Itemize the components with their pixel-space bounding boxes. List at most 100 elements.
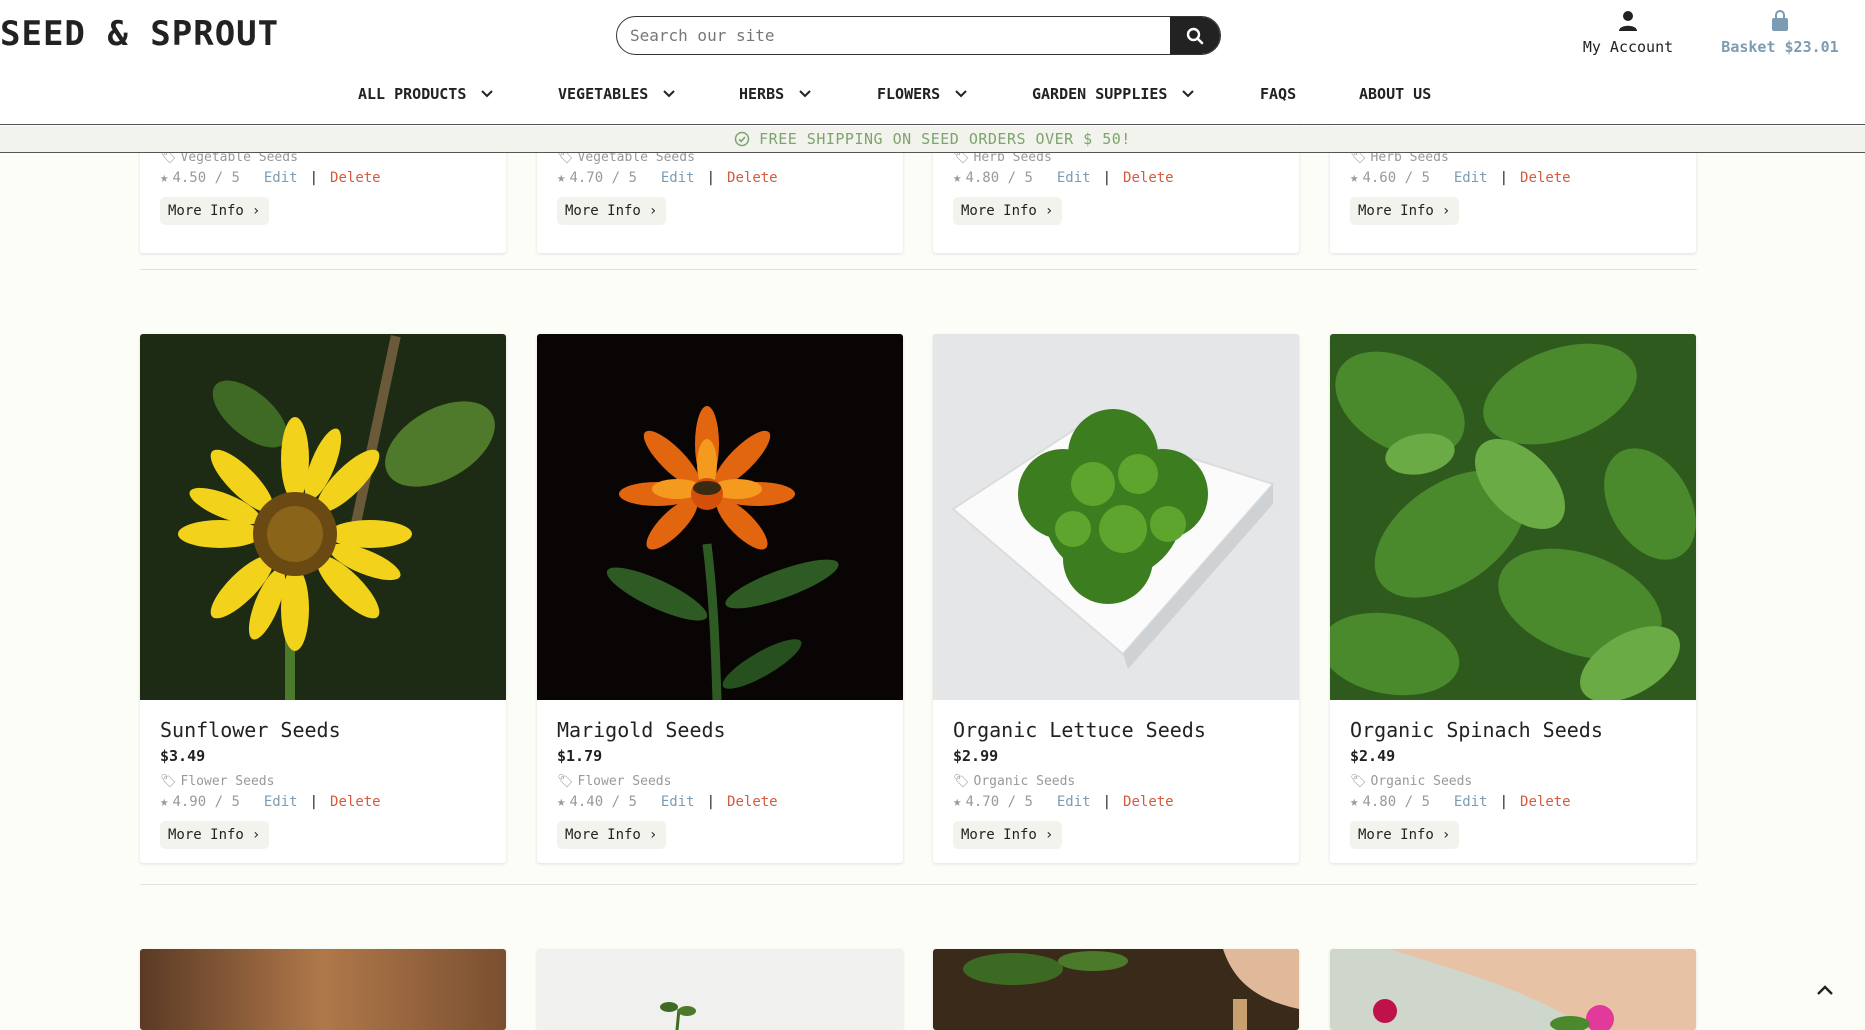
product-rating: ★ 4.80 / 5 Edit | Delete: [1350, 794, 1571, 810]
search-bar: [616, 16, 1221, 55]
product-name[interactable]: Sunflower Seeds: [160, 718, 486, 742]
star-icon: ★: [160, 794, 169, 810]
search-icon: [1186, 27, 1204, 44]
tag-icon: 🏷: [1350, 774, 1367, 789]
product-price: $3.49: [160, 747, 206, 765]
more-info-button[interactable]: More Info ›: [953, 197, 1063, 225]
user-icon: [1619, 11, 1637, 31]
nav-vegetables[interactable]: VEGETABLES: [558, 85, 676, 103]
nav-garden-supplies[interactable]: GARDEN SUPPLIES: [1032, 85, 1195, 103]
product-price: $1.79: [557, 747, 603, 765]
delete-link[interactable]: Delete: [1123, 794, 1174, 810]
star-icon: ★: [953, 170, 962, 186]
more-info-button[interactable]: More Info ›: [1350, 197, 1460, 225]
product-rating: ★ 4.70 / 5 Edit | Delete: [953, 794, 1174, 810]
edit-link[interactable]: Edit: [264, 170, 298, 186]
back-to-top-button[interactable]: [1808, 975, 1842, 1005]
delete-link[interactable]: Delete: [1123, 170, 1174, 186]
product-category[interactable]: 🏷 Organic Seeds: [1350, 774, 1676, 789]
edit-link[interactable]: Edit: [661, 170, 695, 186]
nav-about-us[interactable]: ABOUT US: [1359, 85, 1431, 103]
my-account-link[interactable]: My Account: [1578, 10, 1678, 56]
edit-link[interactable]: Edit: [1454, 170, 1488, 186]
chevron-down-icon: [663, 90, 676, 98]
more-info-button[interactable]: More Info ›: [160, 821, 270, 849]
chevron-right-icon: ›: [1044, 203, 1054, 219]
chevron-right-icon: ›: [648, 827, 658, 843]
product-name[interactable]: Organic Lettuce Seeds: [953, 718, 1279, 742]
edit-link[interactable]: Edit: [1454, 794, 1488, 810]
chevron-right-icon: ›: [251, 827, 261, 843]
tag-icon: 🏷: [160, 774, 177, 789]
more-info-button[interactable]: More Info ›: [953, 821, 1063, 849]
tag-icon: 🏷: [557, 774, 574, 789]
marigold-photo[interactable]: [537, 334, 903, 700]
shipping-banner: FREE SHIPPING ON SEED ORDERS OVER $ 50!: [0, 126, 1865, 153]
pink-flower-photo[interactable]: [1330, 949, 1696, 1030]
seedling-photo[interactable]: [537, 949, 903, 1030]
more-info-button[interactable]: More Info ›: [557, 821, 667, 849]
more-info-button[interactable]: More Info ›: [160, 197, 270, 225]
product-name[interactable]: Organic Spinach Seeds: [1350, 718, 1676, 742]
spinach-photo[interactable]: [1330, 334, 1696, 700]
check-circle-icon: [734, 131, 750, 147]
product-card: Organic Lettuce Seeds $2.99 🏷 Organic See…: [933, 334, 1299, 863]
product-card: Organic Spinach Seeds $2.49 🏷 Organic See…: [1330, 334, 1696, 863]
product-price: $2.49: [1350, 747, 1396, 765]
tag-icon: 🏷: [953, 774, 970, 789]
nav-herbs[interactable]: HERBS: [739, 85, 812, 103]
basket-total: Basket $23.01: [1721, 38, 1839, 56]
delete-link[interactable]: Delete: [727, 794, 778, 810]
delete-link[interactable]: Delete: [1520, 794, 1571, 810]
nav-faqs[interactable]: FAQS: [1260, 85, 1296, 103]
product-price: $2.99: [953, 747, 999, 765]
chevron-right-icon: ›: [1044, 827, 1054, 843]
product-card: [140, 949, 506, 1030]
edit-link[interactable]: Edit: [1057, 794, 1091, 810]
shopping-bag-icon: [1772, 10, 1788, 31]
search-button[interactable]: [1170, 17, 1220, 54]
lettuce-photo[interactable]: [933, 334, 1299, 700]
main-nav: ALL PRODUCTS VEGETABLES HERBS FLOWERS GA…: [0, 85, 1865, 107]
edit-link[interactable]: Edit: [1057, 170, 1091, 186]
sunflower-photo[interactable]: [140, 334, 506, 700]
more-info-button[interactable]: More Info ›: [1350, 821, 1460, 849]
edit-link[interactable]: Edit: [264, 794, 298, 810]
basket-link[interactable]: Basket $23.01: [1716, 10, 1844, 56]
delete-link[interactable]: Delete: [330, 794, 381, 810]
star-icon: ★: [557, 170, 566, 186]
product-category[interactable]: 🏷 Flower Seeds: [160, 774, 486, 789]
site-logo[interactable]: SEED & SPROUT: [0, 14, 279, 54]
nav-all-products[interactable]: ALL PRODUCTS: [358, 85, 494, 103]
product-name[interactable]: Marigold Seeds: [557, 718, 883, 742]
chevron-right-icon: ›: [1441, 203, 1451, 219]
chevron-down-icon: [481, 90, 494, 98]
delete-link[interactable]: Delete: [330, 170, 381, 186]
soil-planting-photo[interactable]: [933, 949, 1299, 1030]
row-divider: [140, 269, 1697, 270]
product-card: [537, 949, 903, 1030]
wooden-texture-photo[interactable]: [140, 949, 506, 1030]
star-icon: ★: [1350, 794, 1359, 810]
star-icon: ★: [1350, 170, 1359, 186]
product-rating: ★ 4.70 / 5 Edit | Delete: [557, 170, 778, 186]
search-input[interactable]: [617, 17, 1170, 54]
product-rating: ★ 4.90 / 5 Edit | Delete: [160, 794, 381, 810]
product-category[interactable]: 🏷 Flower Seeds: [557, 774, 883, 789]
edit-link[interactable]: Edit: [661, 794, 695, 810]
chevron-down-icon: [799, 90, 811, 98]
product-card: [933, 949, 1299, 1030]
product-card: [1330, 949, 1696, 1030]
chevron-down-icon: [955, 90, 967, 98]
product-category[interactable]: 🏷 Organic Seeds: [953, 774, 1279, 789]
star-icon: ★: [160, 170, 169, 186]
site-header: SEED & SPROUT My Account Basket $23.01 A…: [0, 0, 1865, 125]
delete-link[interactable]: Delete: [727, 170, 778, 186]
row-divider: [140, 884, 1697, 885]
product-rating: ★ 4.60 / 5 Edit | Delete: [1350, 170, 1571, 186]
chevron-right-icon: ›: [1441, 827, 1451, 843]
delete-link[interactable]: Delete: [1520, 170, 1571, 186]
product-rating: ★ 4.50 / 5 Edit | Delete: [160, 170, 381, 186]
nav-flowers[interactable]: FLOWERS: [877, 85, 968, 103]
more-info-button[interactable]: More Info ›: [557, 197, 667, 225]
